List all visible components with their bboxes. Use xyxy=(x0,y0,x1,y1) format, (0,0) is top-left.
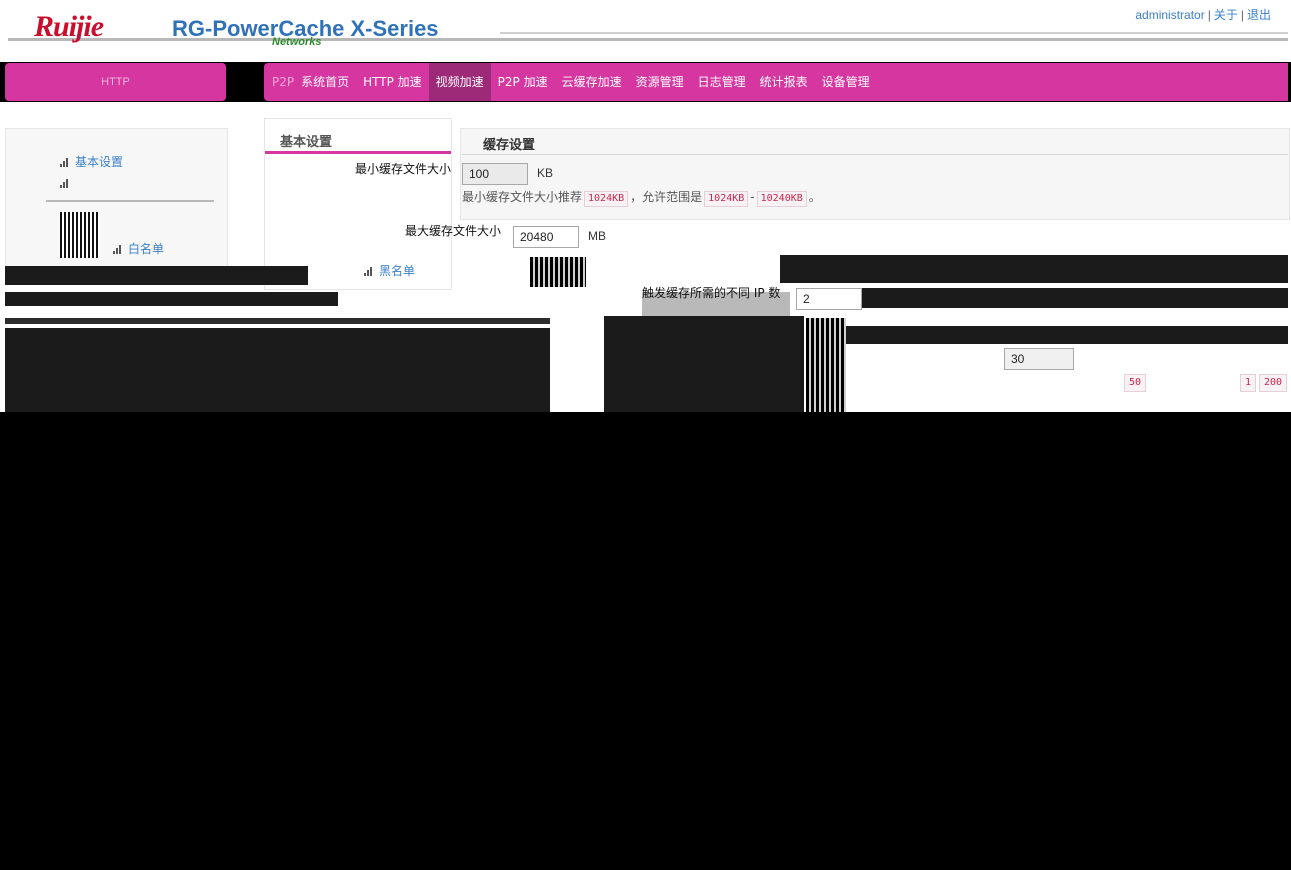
submenu-title: 基本设置 xyxy=(280,135,333,150)
min-cache-hint: 最小缓存文件大小推荐 1024KB ，允许范围是 1024KB -10240KB。 xyxy=(462,188,821,207)
download-threads-recommended-badge: 50 xyxy=(1124,374,1147,392)
username-link[interactable]: administrator xyxy=(1135,8,1204,22)
recommended-value-badge: 1024KB xyxy=(584,191,629,207)
download-threads-range-max-badge: 200 xyxy=(1259,374,1288,392)
trigger-ips-label: 触发缓存所需的不同 IP 数 xyxy=(642,286,781,300)
submenu-panel: 基本设置 xyxy=(264,118,452,290)
signal-icon xyxy=(60,179,70,188)
download-threads-label: 资源下载线程数 xyxy=(912,348,997,362)
submenu-item-label: 黑名单 xyxy=(379,264,416,278)
render-artifact xyxy=(604,316,804,412)
cache-settings-divider xyxy=(462,154,1288,155)
nav-item-resource-management[interactable]: 资源管理 xyxy=(629,63,691,101)
left-section-tab[interactable]: HTTP xyxy=(5,63,226,101)
max-cache-unit: MB xyxy=(588,229,606,243)
user-links: administrator | 关于 | 退出 xyxy=(1135,6,1271,23)
header-divider-top xyxy=(500,32,1288,34)
range-min-badge: 1024KB xyxy=(704,191,749,207)
cache-settings-title: 缓存设置 xyxy=(483,138,536,153)
sidebar-item-basic-settings[interactable]: 基本设置 xyxy=(60,153,123,170)
render-artifact xyxy=(60,212,100,258)
nav-item-video-acceleration[interactable]: 视频加速 xyxy=(428,63,491,101)
min-cache-unit: KB xyxy=(537,166,554,180)
logout-link[interactable]: 退出 xyxy=(1247,8,1271,22)
nav-item-p2p-acceleration[interactable]: P2P 加速 xyxy=(491,63,555,101)
signal-icon xyxy=(60,158,70,167)
sidebar-item-whitelist[interactable]: 白名单 xyxy=(113,240,164,257)
render-artifact xyxy=(806,318,846,412)
brand-logo-subtitle: Networks xyxy=(272,36,322,48)
hint-text: 最小缓存文件大小推荐 xyxy=(462,190,583,204)
nav-item-log-management[interactable]: 日志管理 xyxy=(691,63,753,101)
sidebar-item-label: 基本设置 xyxy=(75,155,124,169)
unrendered-region xyxy=(0,412,1291,870)
range-separator: - xyxy=(750,190,755,204)
render-artifact xyxy=(5,292,338,306)
render-artifact xyxy=(5,328,550,412)
sidebar-item-label: 白名单 xyxy=(128,242,165,256)
user-links-separator: | xyxy=(1207,8,1211,22)
download-threads-range-min-badge: 1 xyxy=(1240,374,1257,392)
nav-item-cloud-cache[interactable]: 云缓存加速 xyxy=(555,63,629,101)
nav-item-p2p-faded[interactable]: P2P xyxy=(264,63,294,101)
about-link[interactable]: 关于 xyxy=(1214,8,1238,22)
hint-text: 。 xyxy=(808,190,821,204)
signal-icon xyxy=(113,245,123,254)
nav-item-device-management[interactable]: 设备管理 xyxy=(815,63,877,101)
max-cache-input[interactable] xyxy=(513,226,579,248)
sidebar-divider xyxy=(46,200,214,202)
render-artifact xyxy=(862,288,1288,308)
submenu-active-indicator xyxy=(265,151,451,154)
min-cache-label: 最小缓存文件大小 xyxy=(355,162,452,176)
header: Ruijie RG-PowerCache X-Series Networks a… xyxy=(0,0,1291,62)
range-max-badge: 10240KB xyxy=(756,191,807,207)
sidebar-item-secondary[interactable] xyxy=(60,176,75,190)
user-links-separator: | xyxy=(1240,8,1244,22)
signal-icon xyxy=(364,267,374,276)
render-artifact xyxy=(5,318,550,324)
nav-item-statistics[interactable]: 统计报表 xyxy=(753,63,815,101)
page: Ruijie RG-PowerCache X-Series Networks a… xyxy=(0,0,1291,870)
render-artifact xyxy=(530,257,586,287)
min-cache-input[interactable] xyxy=(462,163,528,185)
render-artifact xyxy=(846,326,1288,344)
submenu-item-blacklist[interactable]: 黑名单 xyxy=(364,262,415,279)
render-artifact xyxy=(780,255,1288,283)
download-threads-input[interactable] xyxy=(1004,348,1074,370)
trigger-ips-input[interactable] xyxy=(796,288,862,310)
max-cache-label: 最大缓存文件大小 xyxy=(405,224,502,238)
brand-logo: Ruijie xyxy=(34,10,104,43)
main-nav: P2P 系统首页 HTTP 加速 视频加速 P2P 加速 云缓存加速 资源管理 … xyxy=(264,63,1288,101)
hint-text: ，允许范围是 xyxy=(630,190,703,204)
render-artifact xyxy=(5,266,308,285)
nav-item-http-acceleration[interactable]: HTTP 加速 xyxy=(356,63,429,101)
nav-item-home[interactable]: 系统首页 xyxy=(294,63,356,101)
